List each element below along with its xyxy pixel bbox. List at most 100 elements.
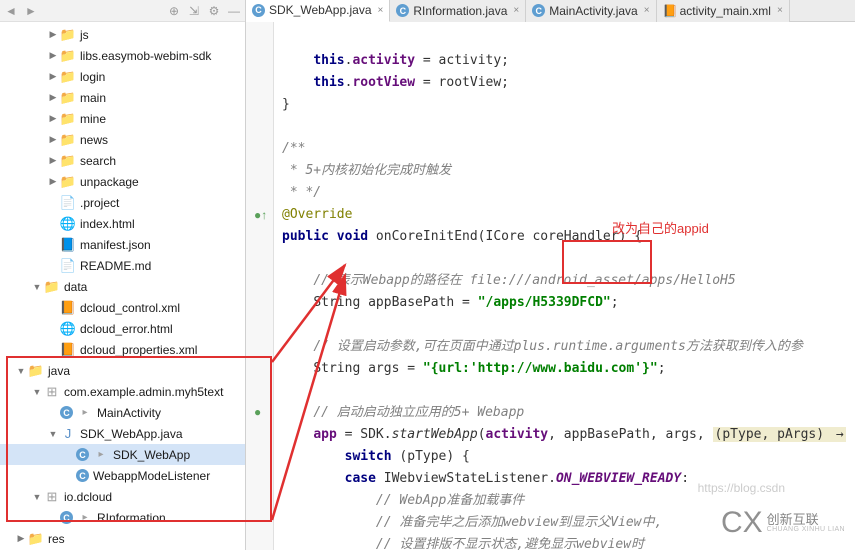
- tree-item[interactable]: ▶📄README.md: [0, 255, 245, 276]
- tree-item-label: dcloud_control.xml: [80, 301, 180, 315]
- tree-item[interactable]: ▶📄.project: [0, 192, 245, 213]
- file-html-icon: 🌐: [60, 321, 76, 337]
- target-icon[interactable]: ⊕: [167, 4, 181, 18]
- tab-label: SDK_WebApp.java: [269, 3, 372, 17]
- folder-icon: 📁: [60, 48, 76, 64]
- editor-tab[interactable]: C MainActivity.java ×: [526, 0, 656, 22]
- tab-close-icon[interactable]: ×: [378, 5, 384, 16]
- tree-item[interactable]: ▶📁login: [0, 66, 245, 87]
- tree-item[interactable]: ▶🌐dcloud_error.html: [0, 318, 245, 339]
- tree-arrow-icon[interactable]: ▼: [32, 282, 42, 292]
- runnable-icon: ▸: [93, 447, 109, 463]
- file-txt-icon: 📄: [60, 195, 76, 211]
- tab-close-icon[interactable]: ×: [777, 5, 783, 16]
- project-tree-panel: ◄ ► ⊕ ⇲ ⚙ — ▶📁js▶📁libs.easymob-webim-sdk…: [0, 0, 246, 550]
- folder-icon: 📁: [28, 363, 44, 379]
- tab-label: MainActivity.java: [549, 4, 637, 18]
- tree-item-label: unpackage: [80, 175, 139, 189]
- class-c-icon: C: [60, 511, 73, 524]
- editor-tab[interactable]: CRInformation.java×: [390, 0, 526, 22]
- runnable-icon: ▸: [77, 405, 93, 421]
- project-tree[interactable]: ▶📁js▶📁libs.easymob-webim-sdk▶📁login▶📁mai…: [0, 22, 245, 550]
- tree-item[interactable]: ▶C▸RInformation: [0, 507, 245, 528]
- tree-item[interactable]: ▶🌐index.html: [0, 213, 245, 234]
- class-icon: C: [252, 4, 265, 17]
- tree-item-label: RInformation: [97, 511, 166, 525]
- tree-arrow-icon[interactable]: ▶: [48, 51, 58, 61]
- tree-arrow-icon[interactable]: ▶: [48, 93, 58, 103]
- tree-item[interactable]: ▶📙dcloud_control.xml: [0, 297, 245, 318]
- tree-item-label: js: [80, 28, 89, 42]
- code-editor[interactable]: this.activity = activity; this.rootView …: [274, 22, 855, 550]
- file-xml-icon: 📙: [60, 342, 76, 358]
- tree-arrow-icon[interactable]: ▼: [48, 429, 58, 439]
- annotation-text: 改为自己的appid: [612, 218, 709, 237]
- gear-icon[interactable]: ⚙: [207, 4, 221, 18]
- editor-tab-bar: CSDK_WebApp.java×CRInformation.java×CMai…: [246, 0, 855, 22]
- tree-arrow-icon[interactable]: ▶: [48, 114, 58, 124]
- gutter-marker-icon: ●: [254, 405, 261, 419]
- editor-gutter: ●↑ ●: [246, 22, 274, 550]
- hide-icon[interactable]: —: [227, 4, 241, 18]
- tree-item[interactable]: ▼⊞ com.example.admin.myh5text: [0, 381, 245, 402]
- tree-item-label: manifest.json: [80, 238, 151, 252]
- tab-label: activity_main.xml: [680, 4, 771, 18]
- tree-item-label: WebappModeListener: [93, 469, 210, 483]
- file-txt-icon: 📄: [60, 258, 76, 274]
- tree-arrow-icon[interactable]: ▼: [32, 387, 42, 397]
- tree-item[interactable]: ▶📙dcloud_properties.xml: [0, 339, 245, 360]
- tree-item[interactable]: ▶📁unpackage: [0, 171, 245, 192]
- tree-item[interactable]: ▼⊞io.dcloud: [0, 486, 245, 507]
- tree-arrow-icon[interactable]: ▶: [48, 72, 58, 82]
- tree-item-label: index.html: [80, 217, 135, 231]
- class-icon: C: [396, 4, 409, 17]
- tree-item-label: .project: [80, 196, 119, 210]
- tree-item[interactable]: ▶C▸MainActivity: [0, 402, 245, 423]
- editor-tab[interactable]: 📙activity_main.xml×: [657, 0, 790, 22]
- tree-item-label: dcloud_properties.xml: [80, 343, 197, 357]
- tree-arrow-icon[interactable]: ▶: [48, 156, 58, 166]
- file-html-icon: 🌐: [60, 216, 76, 232]
- editor-panel: CSDK_WebApp.java×CRInformation.java×CMai…: [246, 0, 855, 550]
- tree-item[interactable]: ▶📁main: [0, 87, 245, 108]
- tree-arrow-icon[interactable]: ▼: [16, 366, 26, 376]
- editor-tab[interactable]: C SDK_WebApp.java ×: [246, 0, 390, 22]
- watermark-url: https://blog.csdn: [698, 481, 785, 495]
- tree-arrow-icon[interactable]: ▼: [32, 492, 42, 502]
- folder-test-icon: 📁: [28, 531, 44, 547]
- tree-item-label: news: [80, 133, 108, 147]
- folder-icon: 📁: [60, 153, 76, 169]
- tree-item[interactable]: ▶📁mine: [0, 108, 245, 129]
- arrow-left-icon[interactable]: ◄: [4, 4, 18, 18]
- tree-arrow-icon[interactable]: ▶: [48, 30, 58, 40]
- tree-item-label: main: [80, 91, 106, 105]
- tree-item[interactable]: ▼📁data: [0, 276, 245, 297]
- tree-item[interactable]: ▼📁java: [0, 360, 245, 381]
- tree-item[interactable]: ▶📁 res: [0, 528, 245, 549]
- collapse-icon[interactable]: ⇲: [187, 4, 201, 18]
- folder-icon: 📁: [44, 279, 60, 295]
- folder-icon: 📁: [60, 132, 76, 148]
- tree-item[interactable]: ▶CWebappModeListener: [0, 465, 245, 486]
- tree-item-label: com.example.admin.myh5text: [64, 385, 223, 399]
- tab-close-icon[interactable]: ×: [513, 5, 519, 16]
- tree-item[interactable]: ▼JSDK_WebApp.java: [0, 423, 245, 444]
- class-icon: C: [532, 4, 545, 17]
- tree-item-label: res: [48, 532, 65, 546]
- tree-arrow-icon[interactable]: ▶: [48, 177, 58, 187]
- tree-arrow-icon[interactable]: ▶: [16, 534, 26, 544]
- tree-item[interactable]: ▶📁js: [0, 24, 245, 45]
- tree-item-label: dcloud_error.html: [80, 322, 173, 336]
- tree-item[interactable]: ▶📁libs.easymob-webim-sdk: [0, 45, 245, 66]
- tree-arrow-icon[interactable]: ▶: [48, 135, 58, 145]
- file-xml-icon: 📙: [60, 300, 76, 316]
- tree-item-label: README.md: [80, 259, 151, 273]
- arrow-right-icon[interactable]: ►: [24, 4, 38, 18]
- tab-close-icon[interactable]: ×: [644, 5, 650, 16]
- tree-item[interactable]: ▶📘manifest.json: [0, 234, 245, 255]
- tree-item[interactable]: ▶C▸SDK_WebApp: [0, 444, 245, 465]
- tree-item[interactable]: ▶📁 news: [0, 129, 245, 150]
- package-icon: ⊞: [44, 384, 60, 400]
- gutter-marker-icon: ●↑: [254, 208, 267, 222]
- tree-item[interactable]: ▶📁search: [0, 150, 245, 171]
